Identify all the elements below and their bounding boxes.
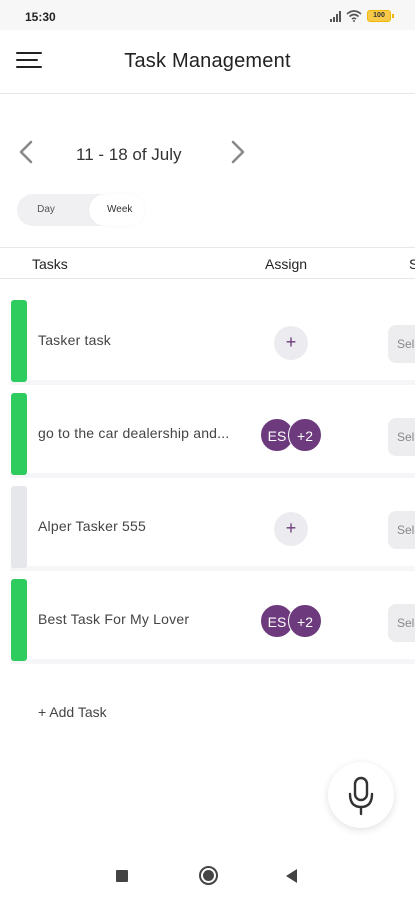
task-name[interactable]: Tasker task: [38, 332, 250, 348]
task-row[interactable]: Alper Tasker 555 + Sel: [10, 478, 415, 568]
date-navigation: 11 - 18 of July: [0, 133, 415, 173]
avatar-more-count: +2: [288, 418, 322, 452]
system-navigation-bar: [0, 850, 415, 900]
chevron-left-icon[interactable]: [14, 139, 38, 165]
column-header-tasks: Tasks: [32, 256, 68, 272]
signal-icon: [330, 10, 341, 22]
assignee-avatars[interactable]: ES +2: [260, 604, 324, 638]
battery-level: 100: [373, 12, 385, 19]
view-toggle: Day Week: [17, 194, 145, 226]
status-bar: 15:30 100: [0, 0, 415, 30]
status-select[interactable]: Sel: [388, 418, 415, 456]
toggle-week[interactable]: Week: [89, 194, 145, 226]
column-header-assign: Assign: [265, 256, 308, 272]
status-select[interactable]: Sel: [388, 511, 415, 549]
task-name[interactable]: go to the car dealership and...: [38, 425, 250, 441]
task-status-bar: [11, 300, 27, 382]
task-row[interactable]: Tasker task + Sel: [10, 292, 415, 382]
task-status-bar: [11, 486, 27, 568]
task-list: Tasker task + Sel go to the car dealersh…: [10, 292, 415, 754]
microphone-icon: [348, 776, 374, 816]
status-select[interactable]: Sel: [388, 604, 415, 642]
toggle-day[interactable]: Day: [17, 194, 75, 226]
status-select[interactable]: Sel: [388, 325, 415, 363]
chevron-right-icon[interactable]: [226, 139, 250, 165]
battery-icon: 100: [367, 10, 394, 22]
avatar-more-count: +2: [288, 604, 322, 638]
recent-apps-icon[interactable]: [116, 870, 128, 882]
task-name[interactable]: Alper Tasker 555: [38, 518, 250, 534]
column-header-status: S: [409, 256, 415, 272]
task-row[interactable]: Best Task For My Lover ES +2 Sel: [10, 571, 415, 661]
add-task-row: + Add Task: [10, 664, 415, 754]
table-header: Tasks Assign S: [0, 247, 415, 279]
app-header: Task Management: [0, 30, 415, 94]
page-title: Task Management: [124, 50, 291, 72]
task-status-bar: [11, 579, 27, 661]
status-icons: 100: [330, 9, 394, 23]
microphone-button[interactable]: [328, 762, 394, 828]
add-task-button[interactable]: + Add Task: [38, 704, 107, 720]
date-range-label: 11 - 18 of July: [76, 145, 182, 164]
task-row[interactable]: go to the car dealership and... ES +2 Se…: [10, 385, 415, 475]
add-assignee-button[interactable]: +: [274, 326, 308, 360]
status-time: 15:30: [25, 10, 56, 24]
add-assignee-button[interactable]: +: [274, 512, 308, 546]
back-icon[interactable]: [286, 869, 297, 883]
assignee-avatars[interactable]: ES +2: [260, 418, 324, 452]
task-status-bar: [11, 393, 27, 475]
wifi-icon: [346, 10, 362, 22]
task-name[interactable]: Best Task For My Lover: [38, 611, 250, 627]
home-icon[interactable]: [199, 866, 218, 885]
